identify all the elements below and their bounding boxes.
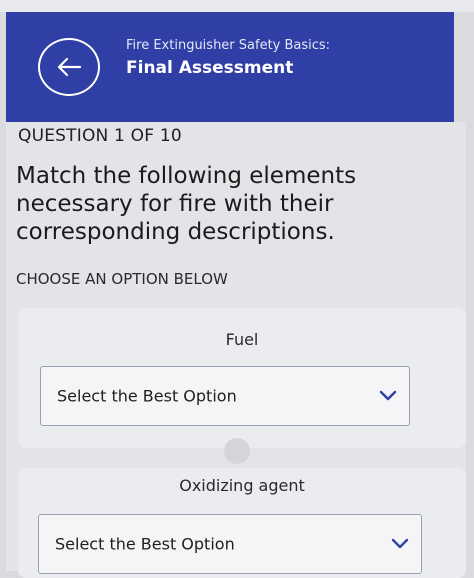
match-term: Oxidizing agent — [179, 476, 305, 495]
fuel-select[interactable]: Select the Best Option — [40, 366, 410, 426]
oxidizing-agent-select[interactable]: Select the Best Option — [38, 514, 422, 574]
chevron-down-icon — [379, 390, 397, 401]
match-item-oxidizing-agent: Oxidizing agent Select the Best Option — [18, 468, 466, 578]
question-line: corresponding descriptions. — [16, 219, 335, 245]
select-value: Select the Best Option — [57, 386, 237, 406]
choose-option-label: CHOOSE AN OPTION BELOW — [16, 270, 228, 288]
chevron-down-icon — [391, 538, 409, 549]
question-line: Match the following elements — [16, 163, 357, 189]
select-value: Select the Best Option — [55, 534, 235, 554]
status-strip — [0, 0, 474, 12]
arrow-left-icon — [57, 57, 82, 77]
screen-title: Final Assessment — [126, 58, 294, 78]
question-counter: QUESTION 1 OF 10 — [18, 126, 182, 146]
app-header: Fire Extinguisher Safety Basics: Final A… — [6, 12, 454, 122]
question-prompt: Match the following elements necessary f… — [16, 162, 456, 246]
question-content: QUESTION 1 OF 10 Match the following ele… — [6, 122, 466, 578]
course-title: Fire Extinguisher Safety Basics: — [126, 38, 331, 53]
back-button[interactable] — [38, 38, 100, 96]
match-term: Fuel — [225, 330, 259, 349]
question-line: necessary for fire with their — [16, 191, 334, 217]
separator-dot — [224, 438, 250, 464]
match-item-fuel: Fuel Select the Best Option — [18, 308, 466, 448]
